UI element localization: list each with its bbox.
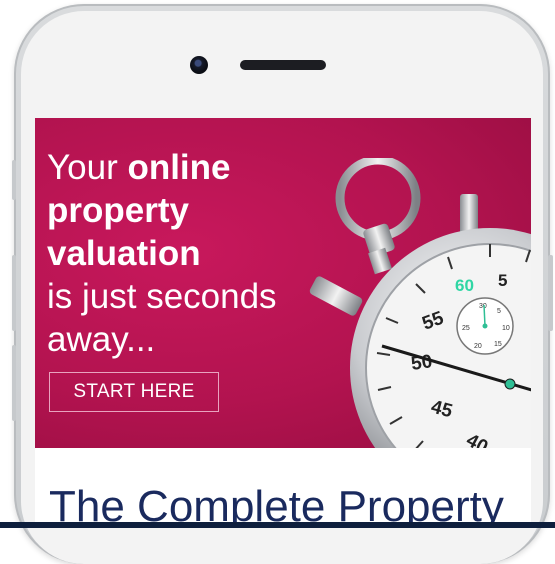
headline-line1-regular: Your [47,148,128,187]
banner-headline: Your online property valuation is just s… [47,146,317,361]
side-button-left-2 [12,255,16,331]
stopwatch-pusher-left [309,276,363,316]
side-button-left-3 [12,345,16,421]
dial-number-60: 60 [455,276,474,295]
side-button-right [548,255,553,331]
phone-screen: Your online property valuation is just s… [35,118,531,528]
bottom-strip [0,522,555,528]
subdial-number-15: 15 [494,341,502,348]
valuation-banner[interactable]: Your online property valuation is just s… [35,118,531,448]
start-here-button[interactable]: START HERE [49,372,219,412]
dial-number-5: 5 [498,271,507,290]
stopwatch-ring [335,158,421,241]
side-button-left-1 [12,160,16,200]
stopwatch-icon: 60 5 10 55 50 45 40 35 30 30 5 10 15 20 … [309,158,531,448]
subdial-hand [483,304,486,327]
stopwatch-hub [504,378,516,390]
headline-line2: property [47,191,189,230]
earpiece-speaker [240,60,326,70]
subdial-number-25: 25 [462,325,470,332]
headline-line1-bold: online [127,148,231,187]
headline-line4: is just seconds [47,277,277,316]
headline-line5: away... [47,320,156,359]
subdial-number-20: 20 [474,343,482,350]
subdial-number-5: 5 [497,308,501,315]
subdial-number-30: 30 [479,303,487,310]
front-camera [190,56,208,74]
headline-line3: valuation [47,234,201,273]
subdial-number-10: 10 [502,325,510,332]
